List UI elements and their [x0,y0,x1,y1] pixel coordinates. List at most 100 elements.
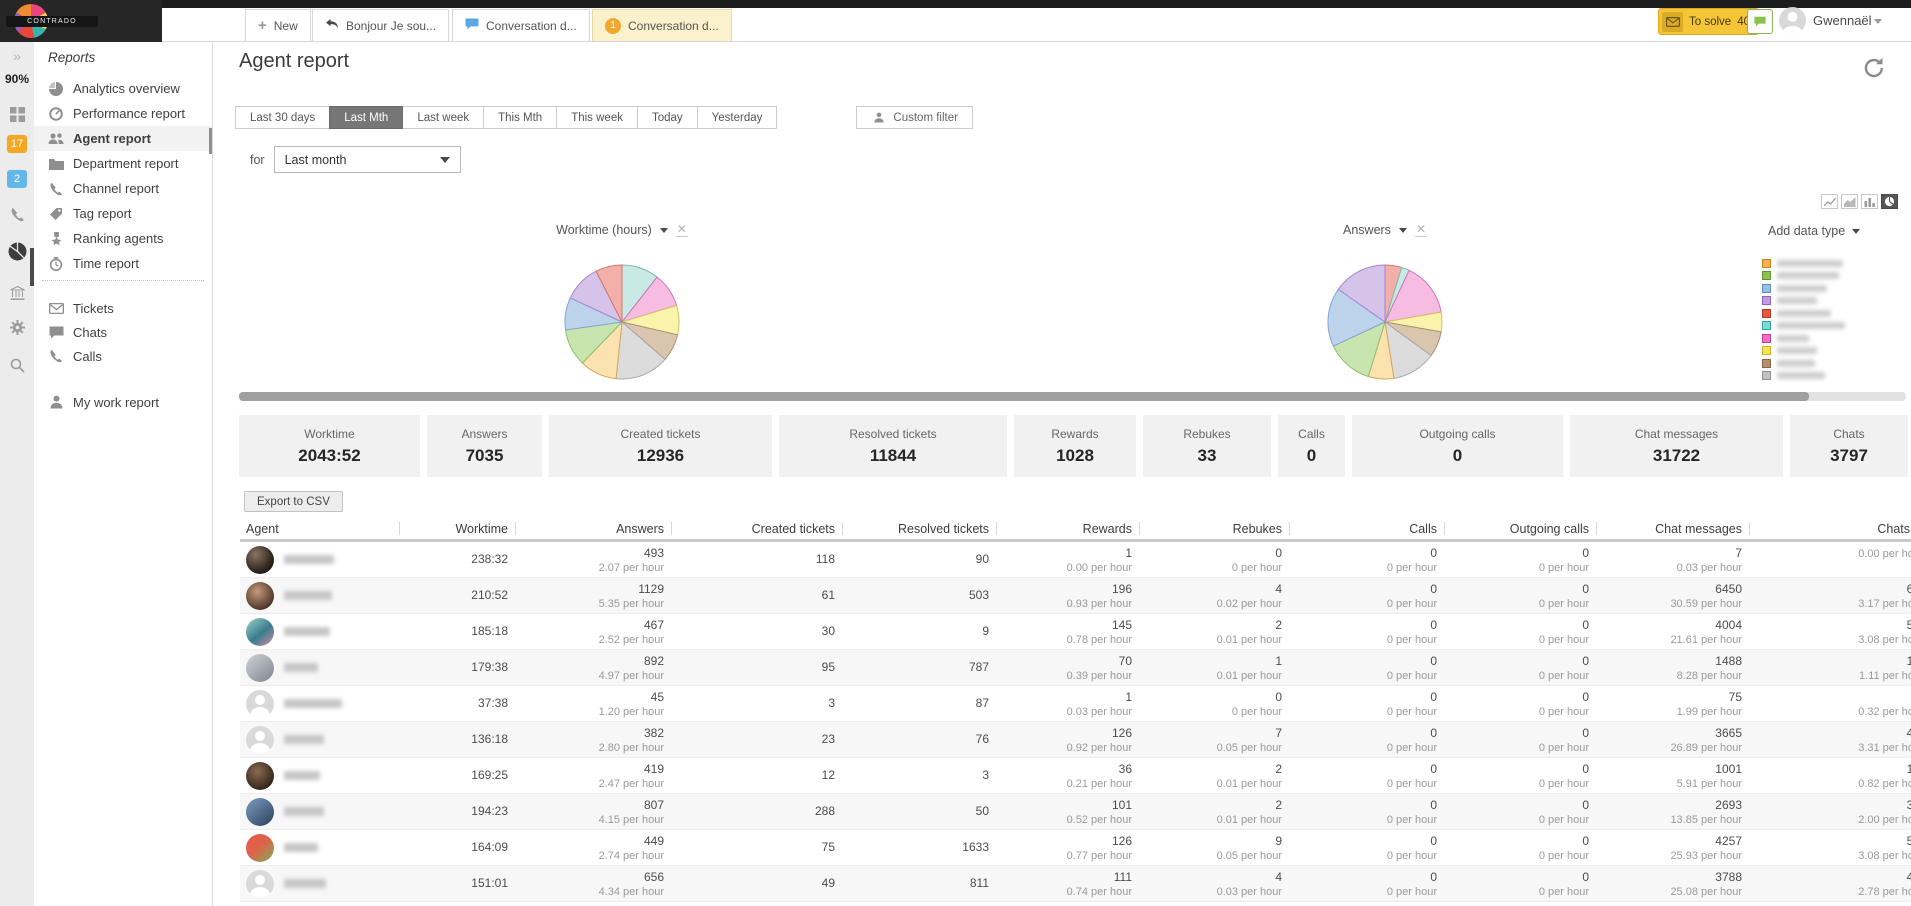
custom-filter-chip[interactable]: Custom filter [856,106,973,129]
cell-value: 126 [997,834,1132,848]
chart1-close-icon[interactable]: ✕ [676,224,688,237]
legend-item[interactable] [1762,357,1845,370]
sidebar-scrollbar-thumb[interactable] [209,128,212,154]
sidebar-item-my-work-report[interactable]: My work report [34,390,212,414]
chart1-title[interactable]: Worktime (hours) [556,223,652,237]
col-header-chat-messages[interactable]: Chat messages [1597,518,1750,540]
col-header-agent[interactable]: Agent [240,518,400,540]
app-logo[interactable]: CONTRADO [0,0,162,42]
table-row[interactable]: 151:016564.34 per hour498111110.74 per h… [240,866,1911,902]
user-avatar[interactable] [1779,7,1806,34]
table-row[interactable]: 136:183822.80 per hour23761260.92 per ho… [240,722,1911,758]
col-header-calls[interactable]: Calls [1290,518,1445,540]
bar-chart-icon[interactable] [1861,194,1878,209]
legend-item[interactable] [1762,370,1845,383]
chats-count-badge[interactable]: 2 [0,170,34,188]
cell-value: 0 [1290,618,1437,632]
answers-pie-chart[interactable] [1325,262,1445,382]
chart2-title[interactable]: Answers [1343,223,1391,237]
export-csv-button[interactable]: Export to CSV [244,491,343,512]
sidebar-item-tag-report[interactable]: Tag report [34,201,212,226]
sidebar-item-channel-report[interactable]: Channel report [34,176,212,201]
col-header-rewards[interactable]: Rewards [997,518,1140,540]
col-header-rebukes[interactable]: Rebukes [1140,518,1290,540]
sidebar-item-department-report[interactable]: Department report [34,151,212,176]
legend-item[interactable] [1762,295,1845,308]
filter-chip-last-30-days[interactable]: Last 30 days [235,106,330,129]
col-header-created-tickets[interactable]: Created tickets [672,518,843,540]
chart2-close-icon[interactable]: ✕ [1415,224,1427,237]
settings-gear-icon[interactable] [0,320,34,340]
legend-item[interactable] [1762,345,1845,358]
table-row[interactable]: 37:38451.20 per hour38710.03 per hour00 … [240,686,1911,722]
sidebar-item-ranking-agents[interactable]: Ranking agents [34,226,212,251]
ticket-tab-0[interactable]: +New [245,9,311,41]
table-row[interactable]: 164:094492.74 per hour7516331260.77 per … [240,830,1911,866]
user-name[interactable]: Gwennaël [1813,13,1872,28]
sidebar-item-calls[interactable]: Calls [34,344,212,368]
table-cell: 10.32 per hou [1750,686,1911,721]
legend-item[interactable] [1762,270,1845,283]
sidebar-item-performance-report[interactable]: Performance report [34,101,212,126]
table-row[interactable]: 194:238074.15 per hour288501010.52 per h… [240,794,1911,830]
sidebar-item-agent-report[interactable]: Agent report [34,126,212,151]
expand-chevrons-icon[interactable]: » [0,48,34,64]
col-header-worktime[interactable]: Worktime [400,518,516,540]
ticket-tab-3[interactable]: 1Conversation d... [592,9,732,41]
horizontal-scrollbar-thumb[interactable] [239,392,1809,401]
filter-chip-this-week[interactable]: This week [556,106,638,129]
sidebar-item-chats[interactable]: Chats [34,320,212,344]
area-chart-icon[interactable] [1841,194,1858,209]
ticket-tab-label: Conversation d... [486,19,577,33]
filter-chip-last-mth[interactable]: Last Mth [329,106,403,129]
cell-rate: 0 per hour [1445,706,1589,718]
horizontal-scrollbar[interactable] [239,392,1906,401]
sidebar-item-analytics-overview[interactable]: Analytics overview [34,76,212,101]
chevron-down-icon[interactable] [1874,19,1882,24]
refresh-button[interactable] [1861,56,1887,82]
sidebar-item-label: Time report [73,256,139,271]
dashboard-grid-icon[interactable] [0,107,34,127]
pie-chart-icon[interactable] [1881,194,1898,209]
period-select[interactable]: Last month [274,146,461,173]
col-header-resolved-tickets[interactable]: Resolved tickets [843,518,997,540]
cell-rate: 0.02 per hour [1140,598,1282,610]
sidebar-item-time-report[interactable]: Time report [34,251,212,276]
cell-rate: 25.93 per hour [1597,850,1742,862]
chat-availability-button[interactable] [1747,9,1773,34]
filter-chip-last-week[interactable]: Last week [402,106,484,129]
table-row[interactable]: 169:254192.47 per hour123360.21 per hour… [240,758,1911,794]
legend-item[interactable] [1762,307,1845,320]
filter-chip-yesterday[interactable]: Yesterday [697,106,778,129]
worktime-pie-chart[interactable] [562,262,682,382]
table-row[interactable]: 238:324932.07 per hour1189010.00 per hou… [240,542,1911,578]
table-row[interactable]: 185:184672.52 per hour3091450.78 per hou… [240,614,1911,650]
to-solve-button[interactable]: To solve 40 [1658,8,1759,35]
legend-item[interactable] [1762,320,1845,333]
table-cell: 663.17 per hou [1750,578,1911,613]
chart2-dropdown-caret-icon[interactable] [1399,228,1407,233]
sidebar-item-tickets[interactable]: Tickets [34,296,212,320]
col-header-answers[interactable]: Answers [516,518,672,540]
col-header-chats[interactable]: Chats [1750,518,1911,540]
cell-value: 19 [1750,654,1911,668]
table-row[interactable]: 210:5211295.35 per hour615031960.93 per … [240,578,1911,614]
legend-item[interactable] [1762,257,1845,270]
col-header-outgoing-calls[interactable]: Outgoing calls [1445,518,1597,540]
table-row[interactable] [240,902,1911,906]
billing-bank-icon[interactable] [0,286,34,305]
filter-chip-this-mth[interactable]: This Mth [483,106,557,129]
calls-phone-icon[interactable] [0,207,34,227]
reports-pie-icon[interactable] [0,242,34,266]
filter-chip-today[interactable]: Today [637,106,698,129]
ticket-tab-2[interactable]: Conversation d... [452,9,590,41]
line-chart-icon[interactable] [1821,194,1838,209]
legend-item[interactable] [1762,332,1845,345]
legend-item[interactable] [1762,282,1845,295]
tickets-count-badge[interactable]: 17 [0,135,34,153]
search-icon[interactable] [0,358,34,378]
ticket-tab-1[interactable]: Bonjour Je sou... [312,9,449,41]
chart1-dropdown-caret-icon[interactable] [660,228,668,233]
add-data-type-button[interactable]: Add data type [1768,224,1860,238]
table-row[interactable]: 179:388924.97 per hour95787700.39 per ho… [240,650,1911,686]
